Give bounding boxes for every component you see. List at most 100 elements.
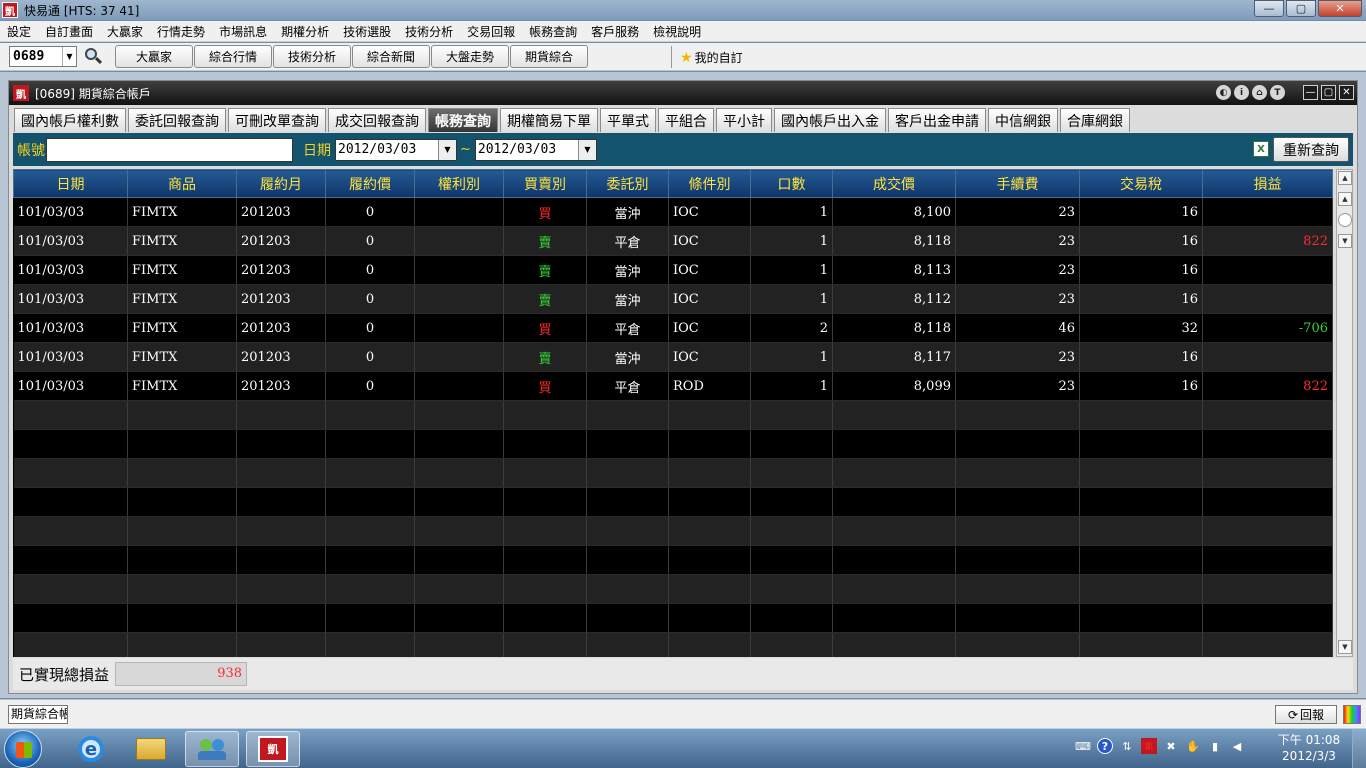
table-row[interactable]: 101/03/03 FIMTX 201203 0 買平倉 ROD 1 8,099 23 16 822	[13, 371, 1333, 401]
tab-flat-subtotal[interactable]: 平小計	[716, 108, 772, 132]
col-date-header[interactable]: 日期	[13, 169, 128, 198]
info-icon[interactable]: i	[1234, 85, 1249, 100]
scroll-up-button[interactable]: ▲	[1338, 192, 1352, 206]
col-qty-header[interactable]: 口數	[750, 169, 833, 198]
chevron-down-icon[interactable]: ▼	[62, 47, 76, 66]
empty-cell	[127, 603, 237, 633]
table-row[interactable]: 101/03/03 FIMTX 201203 0 賣當沖 IOC 1 8,112 23 16	[13, 284, 1333, 314]
chevron-down-icon[interactable]: ▼	[577, 139, 596, 160]
inner-close-button[interactable]: ✕	[1339, 85, 1354, 100]
link-icon[interactable]: ◐	[1216, 85, 1231, 100]
menu-trade-report[interactable]: 交易回報	[460, 23, 522, 40]
menu-custom-screen[interactable]: 自訂畫面	[38, 23, 100, 40]
table-row[interactable]: 101/03/03 FIMTX 201203 0 買平倉 IOC 2 8,118 46 32 -70…	[13, 313, 1333, 343]
news-button[interactable]: 綜合新聞	[352, 45, 430, 68]
tab-tcb-bank[interactable]: 合庫網銀	[1060, 108, 1130, 132]
network-error-icon[interactable]: ✖	[1163, 738, 1179, 754]
table-row[interactable]: 101/03/03 FIMTX 201203 0 買當沖 IOC 1 8,100 23 16	[13, 197, 1333, 227]
grid-scrollbar[interactable]: ▲ ▲ ▼ ▼	[1336, 169, 1353, 657]
tab-flat-order[interactable]: 平單式	[600, 108, 656, 132]
futures-overview-button[interactable]: 期貨綜合	[510, 45, 588, 68]
col-product-header[interactable]: 商品	[127, 169, 237, 198]
col-price-header[interactable]: 成交價	[832, 169, 956, 198]
big-winner-button[interactable]: 大贏家	[115, 45, 193, 68]
taskbar-kyt-app[interactable]: 凱	[246, 731, 300, 767]
col-strike-header[interactable]: 履約價	[325, 169, 415, 198]
scroll-thumb[interactable]	[1338, 213, 1352, 227]
scroll-down-button[interactable]: ▼	[1338, 234, 1352, 248]
scroll-top-button[interactable]: ▲	[1338, 171, 1352, 185]
taskbar-ie[interactable]: e	[64, 731, 118, 767]
col-side-header[interactable]: 買賣別	[503, 169, 587, 198]
keyboard-icon[interactable]: ⌨	[1075, 738, 1091, 754]
maximize-button[interactable]: ▢	[1286, 0, 1316, 17]
tab-options-quick-order[interactable]: 期權簡易下單	[500, 108, 598, 132]
scroll-bottom-button[interactable]: ▼	[1338, 640, 1352, 654]
menu-account-query[interactable]: 帳務查詢	[522, 23, 584, 40]
col-condition-cell: IOC	[668, 313, 751, 343]
tab-deposit-withdraw[interactable]: 國內帳戶出入金	[774, 108, 886, 132]
search-icon[interactable]	[83, 47, 103, 67]
tab-flat-combo[interactable]: 平組合	[658, 108, 714, 132]
tab-fill-report[interactable]: 成交回報查詢	[328, 108, 426, 132]
tab-withdraw-request[interactable]: 客戶出金申請	[888, 108, 986, 132]
signal-icon[interactable]: ▮	[1207, 738, 1223, 754]
usb-icon[interactable]: ✋	[1185, 738, 1201, 754]
help-icon[interactable]: ?	[1097, 738, 1113, 754]
tab-domestic-equity[interactable]: 國內帳戶權利數	[14, 108, 126, 132]
stock-code-combo[interactable]: 0689 ▼	[9, 46, 77, 67]
minimize-button[interactable]: —	[1254, 0, 1284, 17]
text-icon[interactable]: T	[1270, 85, 1285, 100]
col-pnl-header[interactable]: 損益	[1202, 169, 1333, 198]
taskbar-clock[interactable]: 下午 01:08 2012/3/3	[1276, 732, 1342, 764]
start-button[interactable]	[4, 730, 42, 768]
close-button[interactable]: ✕	[1318, 0, 1362, 17]
menu-tech-analysis[interactable]: 技術分析	[398, 23, 460, 40]
col-fee-header[interactable]: 手續費	[955, 169, 1080, 198]
menu-settings[interactable]: 設定	[0, 23, 38, 40]
menu-customer-service[interactable]: 客戶服務	[584, 23, 646, 40]
menu-tech-screening[interactable]: 技術選股	[336, 23, 398, 40]
requery-button[interactable]: 重新查詢	[1273, 137, 1349, 162]
export-excel-icon[interactable]: X	[1253, 141, 1269, 157]
color-palette-icon[interactable]	[1343, 705, 1361, 724]
volume-icon[interactable]: ◀	[1229, 738, 1245, 754]
home-icon[interactable]: ⌂	[1252, 85, 1267, 100]
col-right-header[interactable]: 權利別	[414, 169, 504, 198]
account-input[interactable]	[46, 137, 293, 162]
menu-big-winner[interactable]: 大贏家	[100, 23, 150, 40]
chevron-down-icon[interactable]: ▼	[438, 139, 456, 160]
tech-analysis-button[interactable]: 技術分析	[273, 45, 351, 68]
table-row[interactable]: 101/03/03 FIMTX 201203 0 賣當沖 IOC 1 8,117 23 16	[13, 342, 1333, 372]
menu-view-help[interactable]: 檢視說明	[646, 23, 708, 40]
ime-arrow-icon[interactable]: ⇅	[1119, 738, 1135, 754]
tab-cancelable-orders[interactable]: 可刪改單查詢	[228, 108, 326, 132]
index-trend-button[interactable]: 大盤走勢	[431, 45, 509, 68]
tab-account-query[interactable]: 帳務查詢	[428, 108, 498, 132]
col-condition-header[interactable]: 條件別	[668, 169, 751, 198]
inner-maximize-button[interactable]: ▢	[1321, 85, 1336, 100]
table-row[interactable]: 101/03/03 FIMTX 201203 0 賣當沖 IOC 1 8,113 23 16	[13, 255, 1333, 285]
menu-quotes[interactable]: 行情走勢	[150, 23, 212, 40]
date-from-picker[interactable]: 2012/03/03 ▼	[335, 138, 457, 161]
market-overview-button[interactable]: 綜合行情	[194, 45, 272, 68]
col-contract-month-header[interactable]: 履約月	[236, 169, 326, 198]
tab-ctbc-bank[interactable]: 中信網銀	[988, 108, 1058, 132]
my-favorites-button[interactable]: ★ 我的自訂	[680, 49, 743, 66]
taskbar-messenger[interactable]	[185, 731, 239, 767]
menu-options-analysis[interactable]: 期權分析	[274, 23, 336, 40]
col-qty-cell: 2	[750, 313, 833, 343]
menu-market-news[interactable]: 市場訊息	[212, 23, 274, 40]
empty-cell	[1202, 429, 1333, 459]
report-button[interactable]: ⟳ 回報	[1275, 705, 1337, 724]
tab-order-report[interactable]: 委託回報查詢	[128, 108, 226, 132]
col-tax-header[interactable]: 交易稅	[1079, 169, 1203, 198]
inner-minimize-button[interactable]: —	[1303, 85, 1318, 100]
taskbar-explorer[interactable]	[124, 731, 178, 767]
open-window-tab[interactable]: 期貨綜合帳戶	[8, 705, 68, 724]
kyt-tray-icon[interactable]: 凱	[1141, 738, 1157, 754]
show-desktop-button[interactable]	[1352, 729, 1366, 768]
table-row[interactable]: 101/03/03 FIMTX 201203 0 賣平倉 IOC 1 8,118 23 16 822	[13, 226, 1333, 256]
col-order-type-header[interactable]: 委託別	[586, 169, 669, 198]
date-to-picker[interactable]: 2012/03/03 ▼	[474, 138, 597, 161]
